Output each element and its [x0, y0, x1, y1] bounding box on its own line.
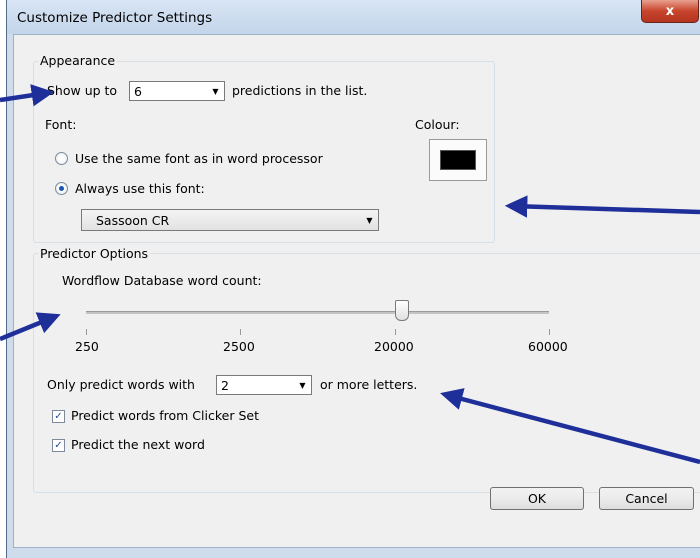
slider-tick-label: 250	[75, 339, 99, 354]
predictions-count-dropdown[interactable]: 6 ▼	[129, 81, 225, 101]
slider-label: Wordflow Database word count:	[62, 273, 262, 288]
same-font-radio-label[interactable]: Use the same font as in word processor	[75, 151, 323, 166]
colour-swatch	[440, 150, 476, 170]
dialog-client-area: Appearance Show up to 6 ▼ predictions in…	[13, 34, 700, 548]
ok-button-label: OK	[527, 491, 547, 506]
next-word-checkbox-label[interactable]: Predict the next word	[71, 437, 205, 452]
ok-button[interactable]: OK	[490, 487, 584, 510]
predictor-options-group-label: Predictor Options	[38, 246, 151, 261]
font-dropdown[interactable]: Sassoon CR ▼	[81, 209, 379, 231]
word-count-slider-thumb[interactable]	[395, 300, 409, 321]
cancel-button-label: Cancel	[625, 491, 668, 506]
predictions-count-value: 6	[134, 84, 142, 99]
always-use-font-radio[interactable]	[55, 182, 68, 195]
show-up-to-label: Show up to	[47, 83, 118, 98]
clicker-set-checkbox[interactable]: ✓	[52, 410, 65, 423]
slider-tick-label: 60000	[528, 339, 568, 354]
colour-label: Colour:	[415, 117, 460, 132]
font-label: Font:	[45, 117, 77, 132]
predictor-options-group	[33, 253, 700, 493]
same-font-radio[interactable]	[55, 152, 68, 165]
close-button[interactable]: x	[641, 0, 699, 23]
dialog-title: Customize Predictor Settings	[17, 10, 213, 26]
slider-tick-label: 2500	[223, 339, 255, 354]
close-icon: x	[665, 3, 675, 19]
appearance-group-label: Appearance	[38, 53, 118, 68]
cancel-button[interactable]: Cancel	[599, 487, 694, 510]
title-bar[interactable]: Customize Predictor Settings x	[7, 0, 700, 34]
slider-tick	[86, 329, 87, 335]
font-dropdown-value: Sassoon CR	[96, 213, 170, 228]
next-word-checkbox[interactable]: ✓	[52, 439, 65, 452]
slider-tick	[240, 329, 241, 335]
only-predict-label: Only predict words with	[47, 377, 195, 392]
clicker-set-checkbox-label[interactable]: Predict words from Clicker Set	[71, 408, 259, 423]
min-letters-dropdown[interactable]: 2 ▼	[216, 375, 312, 395]
predictions-suffix-label: predictions in the list.	[232, 83, 368, 98]
dialog-window: Customize Predictor Settings x Appearanc…	[6, 0, 700, 558]
chevron-down-icon: ▼	[366, 215, 373, 225]
chevron-down-icon: ▼	[212, 86, 219, 96]
chevron-down-icon: ▼	[299, 380, 306, 390]
slider-tick	[549, 329, 550, 335]
min-letters-suffix: or more letters.	[320, 377, 418, 392]
colour-picker-button[interactable]	[429, 139, 487, 181]
always-use-font-radio-label[interactable]: Always use this font:	[75, 181, 205, 196]
slider-tick	[395, 329, 396, 335]
min-letters-value: 2	[221, 378, 229, 393]
word-count-slider-track[interactable]	[86, 311, 549, 314]
slider-tick-label: 20000	[374, 339, 414, 354]
